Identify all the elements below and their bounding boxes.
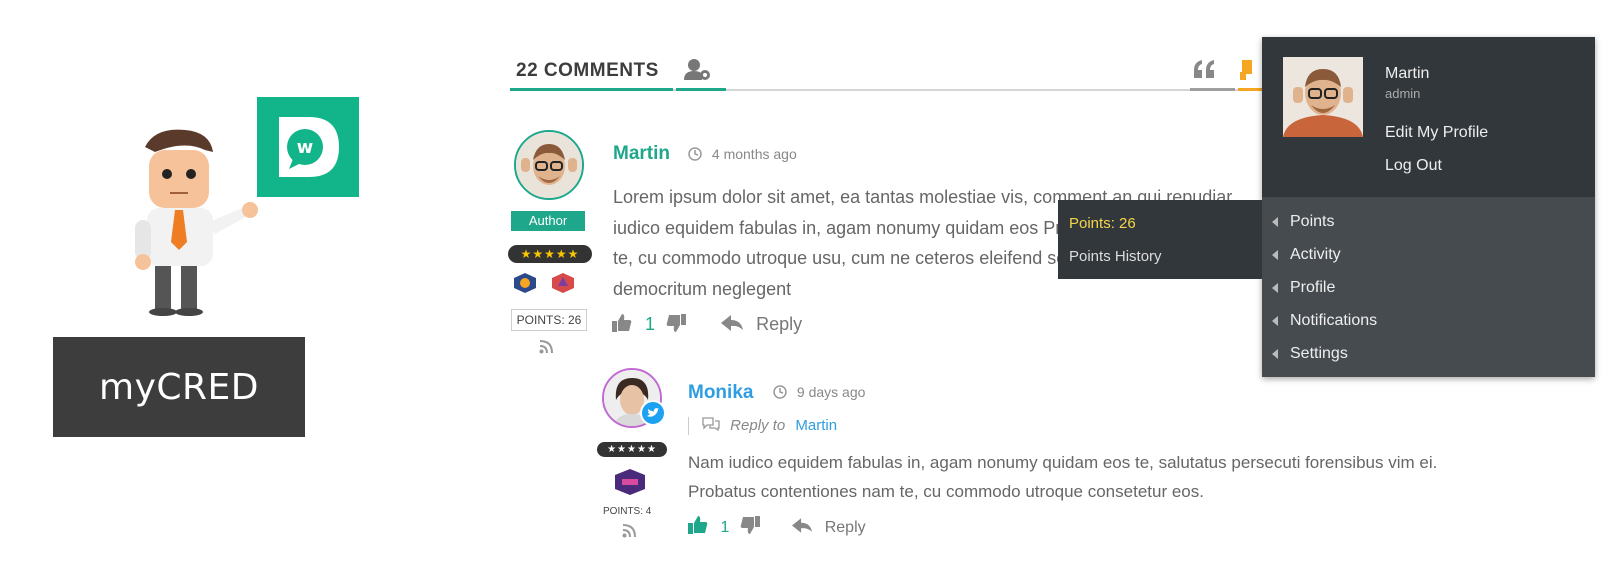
rss-icon[interactable] [539,340,553,359]
wpdiscuz-logo: w [257,97,359,197]
person-icon [516,132,582,198]
comment-author[interactable]: Martin [613,143,670,165]
menu-item-settings[interactable]: Settings [1272,345,1348,363]
vote-count: 1 [720,518,730,536]
reply-button[interactable]: Reply [825,519,866,536]
menu-item-activity[interactable]: Activity [1272,246,1341,264]
tab-comments-underline [510,88,673,91]
menu-item-label: Points [1290,213,1335,230]
avatar[interactable] [514,130,584,200]
admin-role: admin [1385,86,1421,101]
twitter-icon [640,400,666,426]
comment-body: Nam iudico equidem fabulas in, agam nonu… [688,453,1438,501]
reply-to-label: Reply to [730,417,786,434]
points-submenu [1058,200,1262,279]
triangle-left-icon [1272,315,1278,326]
user-settings-icon[interactable] [684,58,712,87]
triangle-left-icon [1272,249,1278,260]
menu-item-label: Profile [1290,279,1336,296]
person-icon [1283,57,1363,137]
mycred-logo: myCRED [53,337,305,437]
points-value-item[interactable]: Points: 26 [1069,215,1136,232]
reply-button[interactable]: Reply [756,314,802,334]
menu-item-label: Notifications [1290,312,1378,329]
points-history-item[interactable]: Points History [1069,248,1162,265]
menu-item-label: Activity [1290,246,1341,263]
points-counter: POINTS: 26 [511,309,587,331]
thumbs-down-icon[interactable] [666,314,687,337]
menu-item-notifications[interactable]: Notifications [1272,312,1377,330]
triangle-left-icon [1272,282,1278,293]
reply-to-author-link[interactable]: Martin [795,417,837,434]
thumbs-down-icon[interactable] [740,516,760,539]
clock-icon [773,385,787,402]
rank-stars: ★★★★★ [508,245,592,263]
triangle-left-icon [1272,216,1278,227]
achievement-badge-icon [613,468,647,501]
comment-actions: 1 Reply [688,516,866,539]
wpdiscuz-icon: w [279,117,339,177]
comment-actions: 1 Reply [612,314,802,337]
menu-item-profile[interactable]: Profile [1272,279,1335,297]
points-counter: POINTS: 4 [603,506,652,517]
edit-profile-link[interactable]: Edit My Profile [1385,124,1488,142]
tab-users-underline [676,88,726,91]
comment-time: 9 days ago [773,384,865,402]
logout-link[interactable]: Log Out [1385,157,1442,175]
clock-icon [688,147,702,164]
rss-icon[interactable] [622,524,636,543]
quote-icon[interactable] [1192,58,1216,85]
svg-text:w: w [297,137,314,158]
mascot-illustration [125,122,275,317]
comment-time: 4 months ago [688,146,797,164]
admin-name[interactable]: Martin [1385,65,1429,83]
achievement-badge-icon [512,272,538,299]
comment-time-text: 4 months ago [711,146,797,162]
author-badge: Author [511,211,585,231]
tab-comments[interactable]: 22 COMMENTS [516,60,659,82]
menu-item-points[interactable]: Points [1272,213,1334,231]
mascot-icon [135,129,258,316]
vote-count: 1 [645,314,656,335]
triangle-left-icon [1272,348,1278,359]
reply-to-line: Reply to Martin [688,417,837,436]
comment-time-text: 9 days ago [796,384,866,400]
thumbs-down-icon[interactable] [1240,58,1260,87]
achievement-badge-icon [550,272,576,299]
thumbs-up-icon[interactable] [612,314,632,337]
reply-icon[interactable] [721,315,744,336]
mycred-label: myCRED [99,366,259,408]
admin-avatar[interactable] [1283,57,1363,137]
tab-quote-underline [1190,88,1235,91]
thumbs-up-icon[interactable] [688,516,708,539]
menu-item-label: Settings [1290,345,1348,362]
comments-icon [702,417,720,435]
reply-icon[interactable] [792,517,813,538]
rank-stars: ★★★★★ [597,442,667,457]
comment-author[interactable]: Monika [688,382,753,404]
